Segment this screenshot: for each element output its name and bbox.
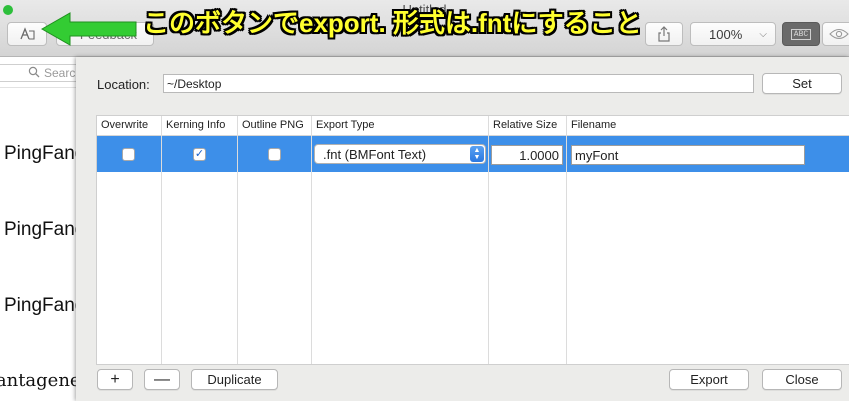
sidebar-divider [0, 87, 76, 88]
filename-input[interactable]: myFont [571, 145, 805, 165]
font-sample-item[interactable]: PingFang [4, 143, 85, 165]
font-sidebar: Search PingFang PingFang PingFang Planta… [0, 57, 90, 401]
zoom-value: 100% [709, 26, 743, 42]
preview-toggle[interactable] [822, 22, 849, 46]
add-row-button[interactable]: + [97, 369, 133, 390]
export-type-value: .fnt (BMFont Text) [323, 147, 427, 162]
duplicate-button[interactable]: Duplicate [191, 369, 278, 390]
share-icon [658, 26, 670, 42]
annotation-text: このボタンでexport. 形式は.fntにすること [143, 8, 642, 38]
column-divider [311, 116, 312, 364]
export-type-select[interactable]: .fnt (BMFont Text) ▲ ▼ [314, 144, 486, 164]
search-icon [28, 66, 40, 78]
column-header-kerning-info[interactable]: Kerning Info [162, 116, 237, 135]
column-header-relative-size[interactable]: Relative Size [489, 116, 566, 135]
close-button[interactable]: Close [762, 369, 842, 390]
column-divider [566, 116, 567, 364]
location-label: Location: [97, 77, 150, 92]
column-divider [161, 116, 162, 364]
column-header-outline-png[interactable]: Outline PNG [238, 116, 311, 135]
column-divider [488, 116, 489, 364]
kerning-info-checkbox[interactable]: ✓ [193, 148, 206, 161]
chevron-down-icon: ⌵ [759, 28, 767, 40]
export-table: Overwrite Kerning Info Outline PNG Expor… [96, 115, 849, 365]
table-header: Overwrite Kerning Info Outline PNG Expor… [97, 116, 849, 136]
location-field[interactable]: ~/Desktop [163, 74, 754, 93]
column-header-export-type[interactable]: Export Type [312, 116, 488, 135]
abc-label: ABC [790, 28, 812, 40]
font-sample-item[interactable]: PingFang [4, 219, 85, 241]
export-sheet: Location: ~/Desktop Set Overwrite Kernin… [76, 57, 849, 401]
font-sample-item[interactable]: PingFang [4, 295, 85, 317]
export-glyph-icon [20, 27, 35, 40]
column-header-overwrite[interactable]: Overwrite [97, 116, 161, 135]
zoom-select[interactable]: 100% ⌵ [690, 22, 776, 46]
remove-row-button[interactable]: — [144, 369, 180, 390]
font-sample-item[interactable]: Plantagenet [0, 370, 88, 391]
spellcheck-toggle[interactable]: ABC [782, 22, 820, 46]
eye-icon [829, 28, 849, 40]
table-row[interactable]: ✓ .fnt (BMFont Text) ▲ ▼ 1.0000 myFont [97, 136, 849, 172]
select-arrows-icon: ▲ ▼ [470, 146, 484, 162]
outline-png-checkbox[interactable] [268, 148, 281, 161]
export-button[interactable]: Export [669, 369, 749, 390]
overwrite-checkbox[interactable] [122, 148, 135, 161]
column-header-filename[interactable]: Filename [567, 116, 807, 135]
relative-size-input[interactable]: 1.0000 [491, 145, 563, 165]
column-divider [237, 116, 238, 364]
share-button[interactable] [645, 22, 683, 46]
annotation-arrow-icon [40, 12, 137, 46]
set-location-button[interactable]: Set [762, 73, 842, 94]
